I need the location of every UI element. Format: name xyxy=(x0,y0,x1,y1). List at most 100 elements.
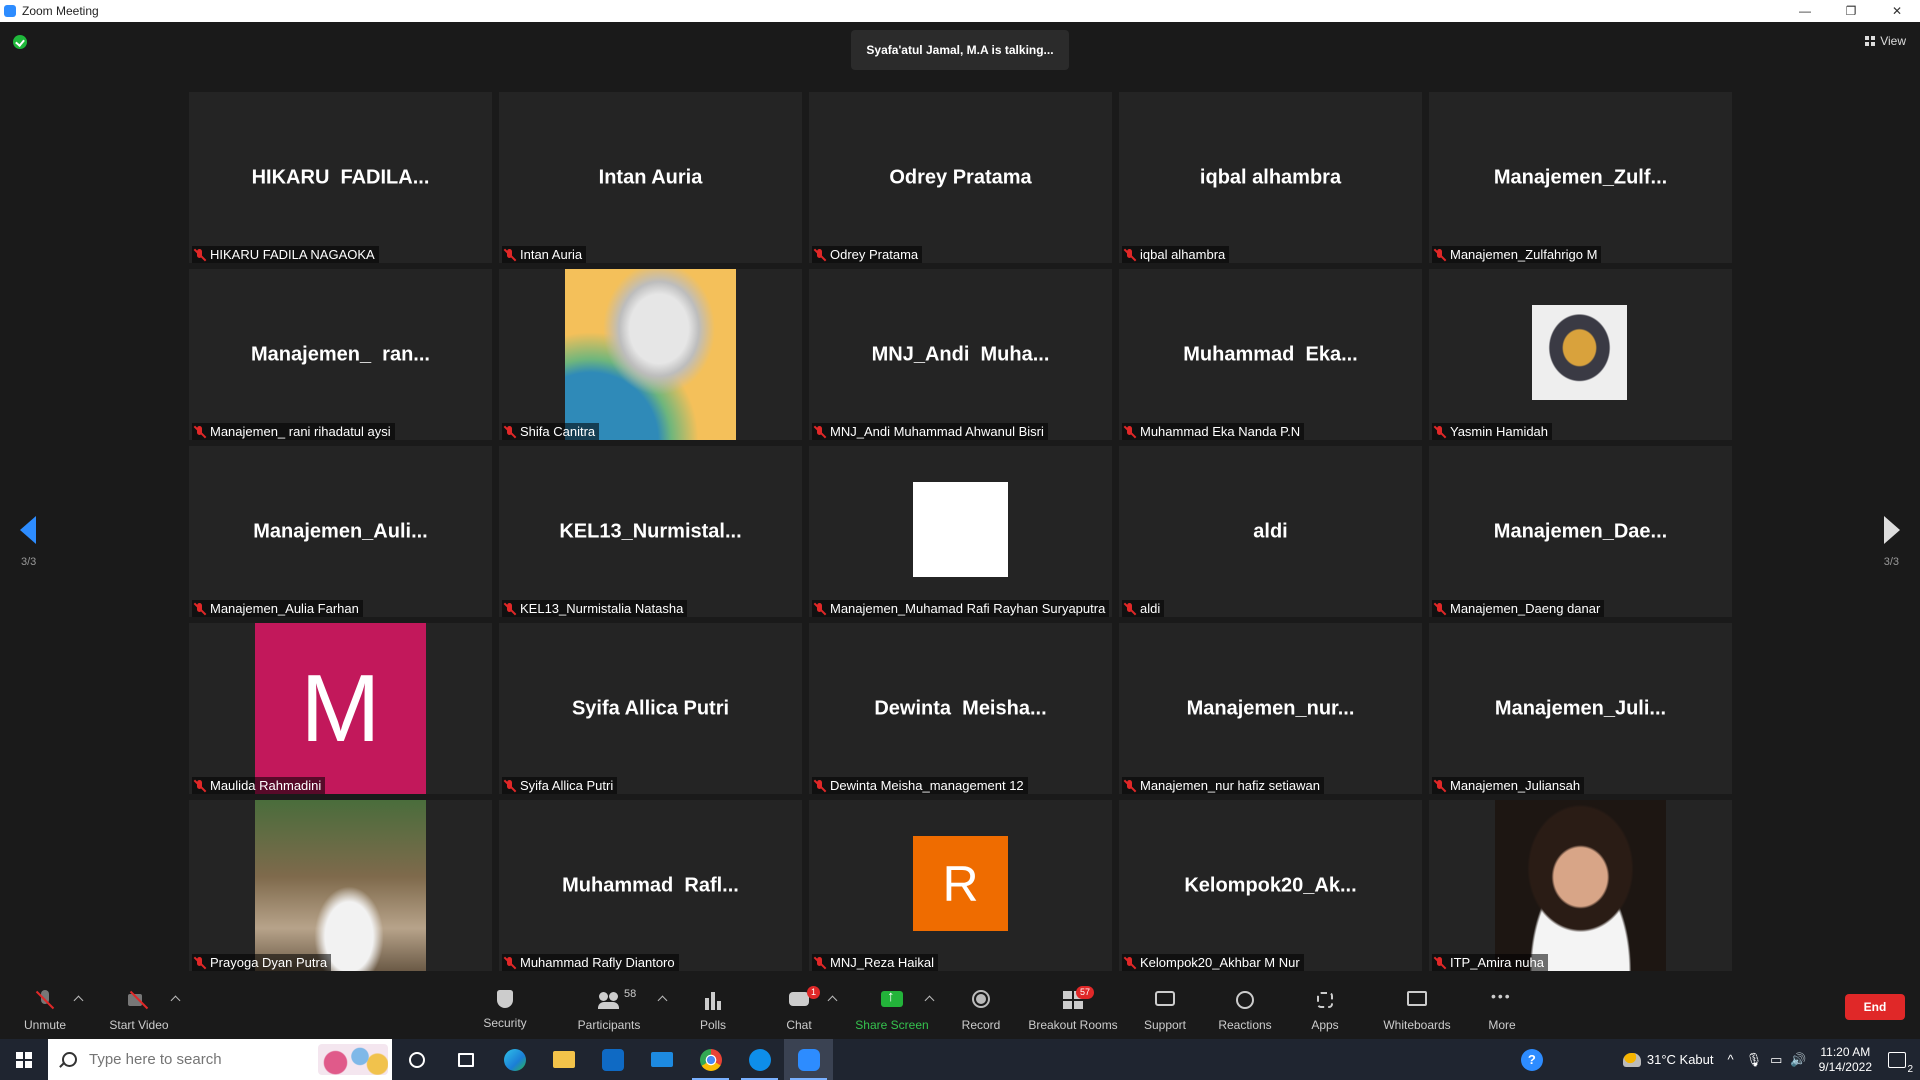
muted-microphone-icon xyxy=(1434,602,1446,616)
volume-icon[interactable]: 🔊 xyxy=(1790,1052,1806,1068)
participant-tile[interactable]: iqbal alhambra iqbal alhambra xyxy=(1119,92,1422,263)
taskbar-search-input[interactable] xyxy=(87,1050,291,1069)
unmute-button[interactable]: Unmute xyxy=(20,980,70,1039)
muted-microphone-icon xyxy=(194,248,206,262)
page-indicator-left: 3/3 xyxy=(21,556,37,568)
participant-name-text: Manajemen_Daeng danar xyxy=(1450,601,1601,616)
participant-tile[interactable]: Muhammad Eka... Muhammad Eka Nanda P.N xyxy=(1119,269,1422,440)
task-view-button[interactable] xyxy=(441,1039,490,1080)
participant-display-name: Dewinta Meisha... xyxy=(874,697,1047,719)
restore-button[interactable]: ❐ xyxy=(1828,0,1874,22)
previous-page-arrow-icon[interactable] xyxy=(20,516,36,544)
apps-button[interactable]: Apps xyxy=(1300,980,1350,1039)
more-label: More xyxy=(1488,1018,1516,1032)
participant-name-label: Intan Auria xyxy=(502,246,587,263)
record-button[interactable]: Record xyxy=(956,980,1006,1039)
file-explorer-taskbar-button[interactable] xyxy=(539,1039,588,1080)
notification-center-icon[interactable]: 2 xyxy=(1888,1051,1913,1075)
participant-name-label: Manajemen_Aulia Farhan xyxy=(192,600,363,617)
participant-tile[interactable]: Intan Auria Intan Auria xyxy=(499,92,802,263)
video-off-camera-icon xyxy=(128,990,150,1010)
chat-options-chevron-icon[interactable] xyxy=(827,995,838,1006)
participant-tile[interactable]: Manajemen_ ran... Manajemen_ rani rihadat… xyxy=(189,269,492,440)
participant-tile[interactable]: Manajemen_nur... Manajemen_nur hafiz seti… xyxy=(1119,623,1422,794)
more-button[interactable]: More xyxy=(1477,980,1527,1039)
support-button[interactable]: Support xyxy=(1140,980,1190,1039)
reactions-button[interactable]: Reactions xyxy=(1215,980,1275,1039)
participant-name-label: Syifa Allica Putri xyxy=(502,777,618,794)
participant-tile[interactable]: M Maulida Rahmadini xyxy=(189,623,492,794)
taskbar-clock[interactable]: 11:20 AM 9/14/2022 xyxy=(1819,1045,1872,1075)
microphone-icon[interactable]: 🎙 xyxy=(1746,1052,1763,1068)
store-taskbar-button[interactable] xyxy=(588,1039,637,1080)
audio-options-chevron-icon[interactable] xyxy=(73,995,84,1006)
participant-tile[interactable]: Prayoga Dyan Putra xyxy=(189,800,492,971)
participant-tile[interactable]: R MNJ_Reza Haikal xyxy=(809,800,1112,971)
mail-envelope-icon xyxy=(650,1052,673,1067)
participant-tile[interactable]: Odrey Pratama Odrey Pratama xyxy=(809,92,1112,263)
participant-tile[interactable]: Manajemen_Juli... Manajemen_Juliansah xyxy=(1429,623,1732,794)
participants-count: 58 xyxy=(624,988,637,1000)
participant-name-text: Manajemen_ rani rihadatul aysi xyxy=(210,424,391,439)
participants-options-chevron-icon[interactable] xyxy=(657,995,668,1006)
network-icon[interactable]: ▭ xyxy=(1770,1052,1782,1068)
polls-button[interactable]: Polls xyxy=(688,980,738,1039)
minimize-button[interactable]: — xyxy=(1782,0,1828,22)
participant-display-name: Intan Auria xyxy=(598,166,703,188)
participant-display-name: Manajemen_nur... xyxy=(1186,697,1355,719)
reactions-smiley-icon xyxy=(1234,990,1256,1010)
participant-video-image: R xyxy=(913,836,1008,931)
participant-display-name: Syifa Allica Putri xyxy=(571,697,730,719)
show-hidden-icons-chevron-icon[interactable]: ^ xyxy=(1728,1052,1734,1067)
participant-tile[interactable]: KEL13_Nurmistal... KEL13_Nurmistalia Nata… xyxy=(499,446,802,617)
end-meeting-button[interactable]: End xyxy=(1845,994,1905,1020)
participant-tile[interactable]: Manajemen_Dae... Manajemen_Daeng danar xyxy=(1429,446,1732,617)
taskbar-search-box[interactable] xyxy=(48,1039,392,1080)
participants-button[interactable]: 58 Participants xyxy=(575,980,643,1039)
muted-microphone-icon xyxy=(194,602,206,616)
participant-tile[interactable]: MNJ_Andi Muha... MNJ_Andi Muhammad Ahwanu… xyxy=(809,269,1112,440)
edge-taskbar-button[interactable] xyxy=(490,1039,539,1080)
view-button[interactable]: View xyxy=(1865,34,1906,48)
security-button[interactable]: Security xyxy=(480,980,530,1039)
participant-tile[interactable]: Kelompok20_Ak... Kelompok20_Akhbar M Nur xyxy=(1119,800,1422,971)
participant-tile[interactable]: Manajemen_Auli... Manajemen_Aulia Farhan xyxy=(189,446,492,617)
cortana-button[interactable] xyxy=(392,1039,441,1080)
start-video-button[interactable]: Start Video xyxy=(104,980,174,1039)
next-page-arrow-icon[interactable] xyxy=(1884,516,1900,544)
muted-microphone-icon xyxy=(1124,425,1136,439)
participant-tile[interactable]: Syifa Allica Putri Syifa Allica Putri xyxy=(499,623,802,794)
chat-bubble-icon: 1 xyxy=(788,986,820,1010)
chat-button[interactable]: 1 Chat xyxy=(774,980,824,1039)
participant-tile[interactable]: Yasmin Hamidah xyxy=(1429,269,1732,440)
participant-tile[interactable]: ITP_Amira nuha xyxy=(1429,800,1732,971)
breakout-rooms-button[interactable]: 57 Breakout Rooms xyxy=(1026,980,1120,1039)
close-button[interactable]: ✕ xyxy=(1874,0,1920,22)
weather-cloud-icon[interactable] xyxy=(1622,1052,1641,1067)
participant-tile[interactable]: Manajemen_Muhamad Rafi Rayhan Suryaputra xyxy=(809,446,1112,617)
participant-tile[interactable]: Manajemen_Zulf... Manajemen_Zulfahrigo M xyxy=(1429,92,1732,263)
participant-name-text: Shifa Canitra xyxy=(520,424,596,439)
breakout-rooms-grid-icon: 57 xyxy=(1062,986,1094,1010)
whiteboards-button[interactable]: Whiteboards xyxy=(1377,980,1457,1039)
start-button[interactable] xyxy=(0,1039,48,1080)
muted-microphone-icon xyxy=(814,956,826,970)
participant-tile[interactable]: Shifa Canitra xyxy=(499,269,802,440)
encryption-shield-icon[interactable] xyxy=(13,35,27,49)
teamviewer-taskbar-button[interactable] xyxy=(735,1039,784,1080)
weather-text[interactable]: 31°C Kabut xyxy=(1647,1052,1714,1067)
chrome-taskbar-button[interactable] xyxy=(686,1039,735,1080)
zoom-taskbar-button[interactable] xyxy=(784,1039,833,1080)
participant-display-name: Kelompok20_Ak... xyxy=(1184,874,1357,896)
share-screen-arrow-icon xyxy=(881,988,903,1010)
breakout-rooms-label: Breakout Rooms xyxy=(1028,1018,1118,1032)
participant-tile[interactable]: aldi aldi xyxy=(1119,446,1422,617)
mail-taskbar-button[interactable] xyxy=(637,1039,686,1080)
participant-tile[interactable]: Dewinta Meisha... Dewinta Meisha_manageme… xyxy=(809,623,1112,794)
more-dots-icon xyxy=(1491,988,1513,1010)
participant-tile[interactable]: HIKARU FADILA... HIKARU FADILA NAGAOKA xyxy=(189,92,492,263)
participant-name-text: Muhammad Rafly Diantoro xyxy=(520,955,675,970)
participant-tile[interactable]: Muhammad Rafl... Muhammad Rafly Diantoro xyxy=(499,800,802,971)
share-screen-button[interactable]: Share Screen xyxy=(855,980,929,1039)
help-question-icon[interactable]: ? xyxy=(1520,1048,1543,1071)
